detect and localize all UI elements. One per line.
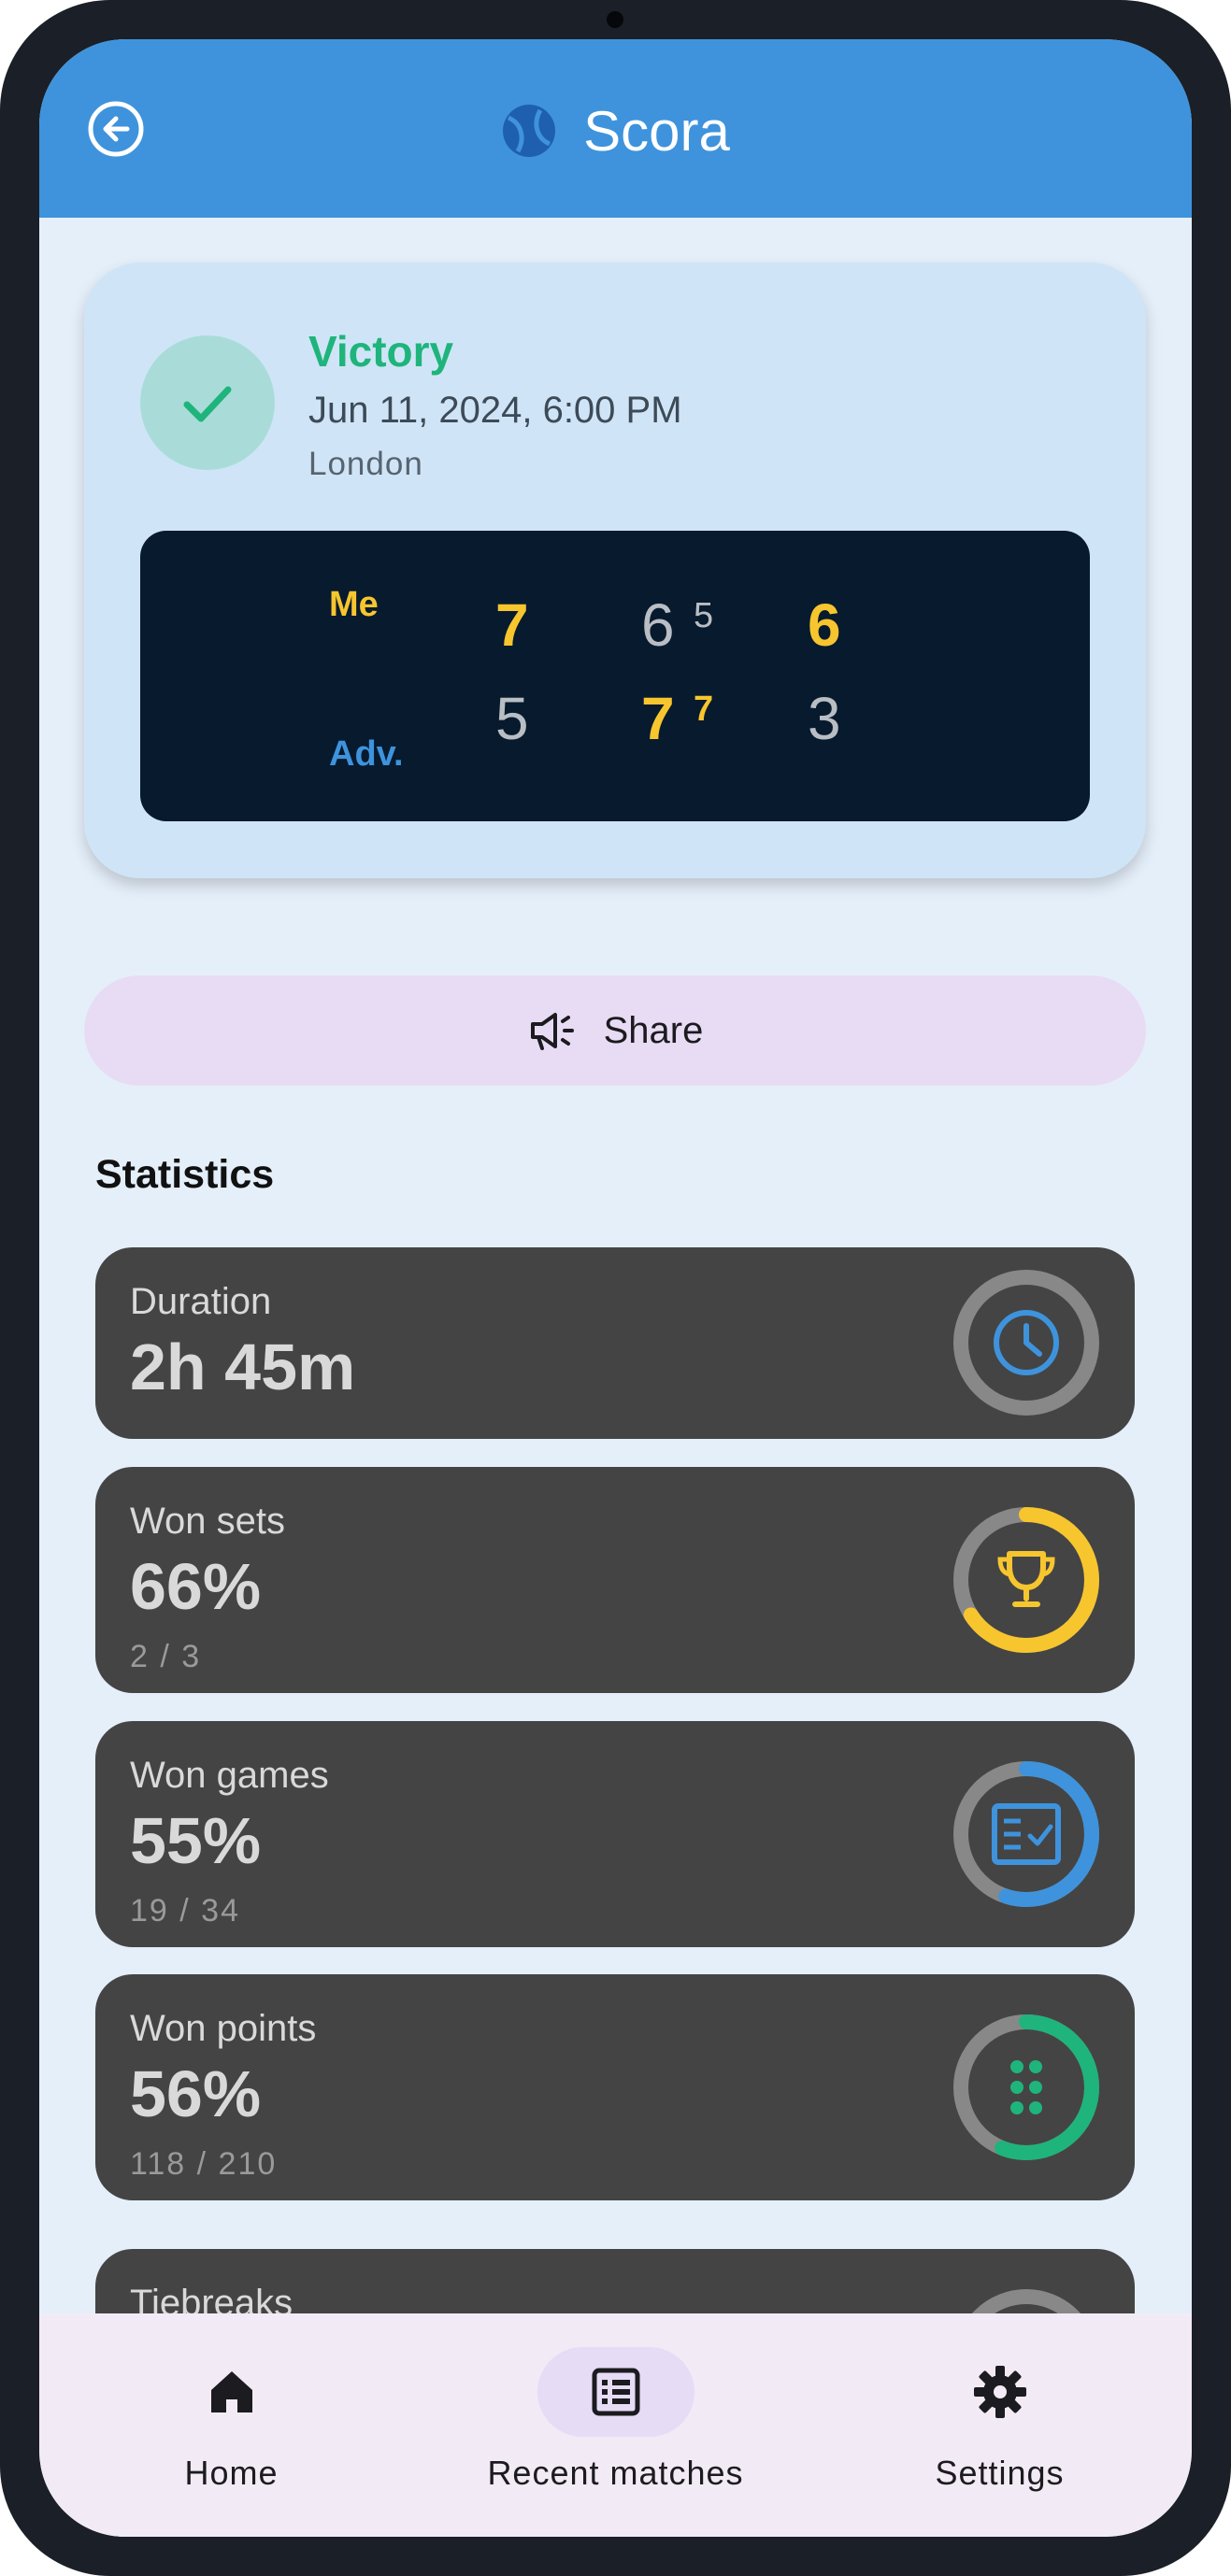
statistics-title: Statistics	[95, 1152, 275, 1197]
stat-detail: 19 / 34	[130, 1893, 240, 1928]
gear-icon	[973, 2366, 1026, 2418]
list-icon	[592, 2368, 639, 2416]
set1-adv-score: 5	[495, 685, 529, 752]
duration-ring	[953, 1270, 1099, 1416]
won-points-ring	[953, 2014, 1099, 2160]
share-button[interactable]: Share	[84, 975, 1146, 1086]
match-location: London	[308, 446, 423, 482]
stat-value: 56%	[130, 2057, 262, 2130]
stat-card-won-points: Won points 56% 118 / 210	[95, 1974, 1135, 2200]
player-adv-label: Adv.	[329, 734, 404, 774]
set2-adv-tiebreak: 7	[694, 690, 714, 729]
victory-badge	[140, 335, 275, 470]
nav-pill-active	[537, 2347, 694, 2437]
set2-me-tiebreak: 5	[694, 596, 714, 635]
dots-grid-icon	[1010, 2060, 1042, 2114]
scroll-content[interactable]: Victory Jun 11, 2024, 6:00 PM London Me …	[39, 218, 1192, 2313]
home-icon	[210, 2371, 252, 2412]
set2-me-score: 6	[641, 591, 675, 659]
megaphone-icon	[530, 1013, 574, 1050]
nav-label: Settings	[935, 2454, 1065, 2492]
stat-card-won-sets: Won sets 66% 2 / 3	[95, 1467, 1135, 1693]
nav-label: Recent matches	[487, 2454, 744, 2492]
stat-card-won-games: Won games 55% 19 / 34	[95, 1721, 1135, 1947]
share-label: Share	[603, 1009, 704, 1051]
stat-value: 55%	[130, 1804, 262, 1877]
clock-icon	[994, 1310, 1059, 1375]
nav-item-home[interactable]: Home	[39, 2313, 423, 2537]
nav-pill	[153, 2347, 310, 2437]
stat-label: Won points	[130, 2008, 317, 2049]
scoreboard: Me Adv. 7 5 6 5 7 7 6 3	[140, 531, 1090, 821]
stat-label: Tiebreaks	[130, 2283, 293, 2313]
match-result: Victory	[308, 327, 454, 376]
match-summary-card: Victory Jun 11, 2024, 6:00 PM London Me …	[84, 263, 1146, 878]
set3-adv-score: 3	[808, 685, 841, 752]
tiebreaks-ring: TB	[971, 2289, 1081, 2313]
stat-label: Won sets	[130, 1501, 285, 1542]
tennis-ball-icon	[503, 105, 556, 157]
stat-label: Won games	[130, 1755, 329, 1796]
set3-me-score: 6	[808, 591, 841, 659]
front-camera	[607, 11, 623, 28]
match-datetime: Jun 11, 2024, 6:00 PM	[308, 390, 682, 431]
stat-detail: 2 / 3	[130, 1639, 202, 1674]
stat-detail: 118 / 210	[130, 2146, 278, 2182]
won-sets-ring	[953, 1507, 1099, 1653]
won-games-ring	[953, 1761, 1099, 1907]
nav-item-recent-matches[interactable]: Recent matches	[423, 2313, 808, 2537]
stat-label: Duration	[130, 1281, 272, 1322]
app-bar: Scora	[39, 39, 1192, 218]
trophy-icon	[997, 1551, 1055, 1607]
stat-card-duration: Duration 2h 45m	[95, 1247, 1135, 1439]
player-me-label: Me	[329, 585, 379, 624]
nav-label: Home	[184, 2454, 279, 2492]
nav-item-settings[interactable]: Settings	[808, 2313, 1192, 2537]
checklist-icon	[992, 1803, 1061, 1865]
app-title: Scora	[583, 99, 730, 163]
stat-value: 66%	[130, 1550, 262, 1623]
set1-me-score: 7	[495, 591, 529, 659]
app-screen: Scora Victory Jun 11, 2024, 6:00 PM Lond…	[39, 39, 1192, 2537]
check-icon	[183, 386, 232, 422]
nav-pill	[922, 2347, 1079, 2437]
stat-value: 2h 45m	[130, 1331, 356, 1403]
set2-adv-score: 7	[641, 685, 675, 752]
stat-card-tiebreaks: Tiebreaks 0% TB	[95, 2249, 1135, 2313]
app-brand: Scora	[39, 93, 1192, 168]
bottom-navigation: Home Recent matches Settings	[39, 2313, 1192, 2537]
device-frame: Scora Victory Jun 11, 2024, 6:00 PM Lond…	[0, 0, 1231, 2576]
